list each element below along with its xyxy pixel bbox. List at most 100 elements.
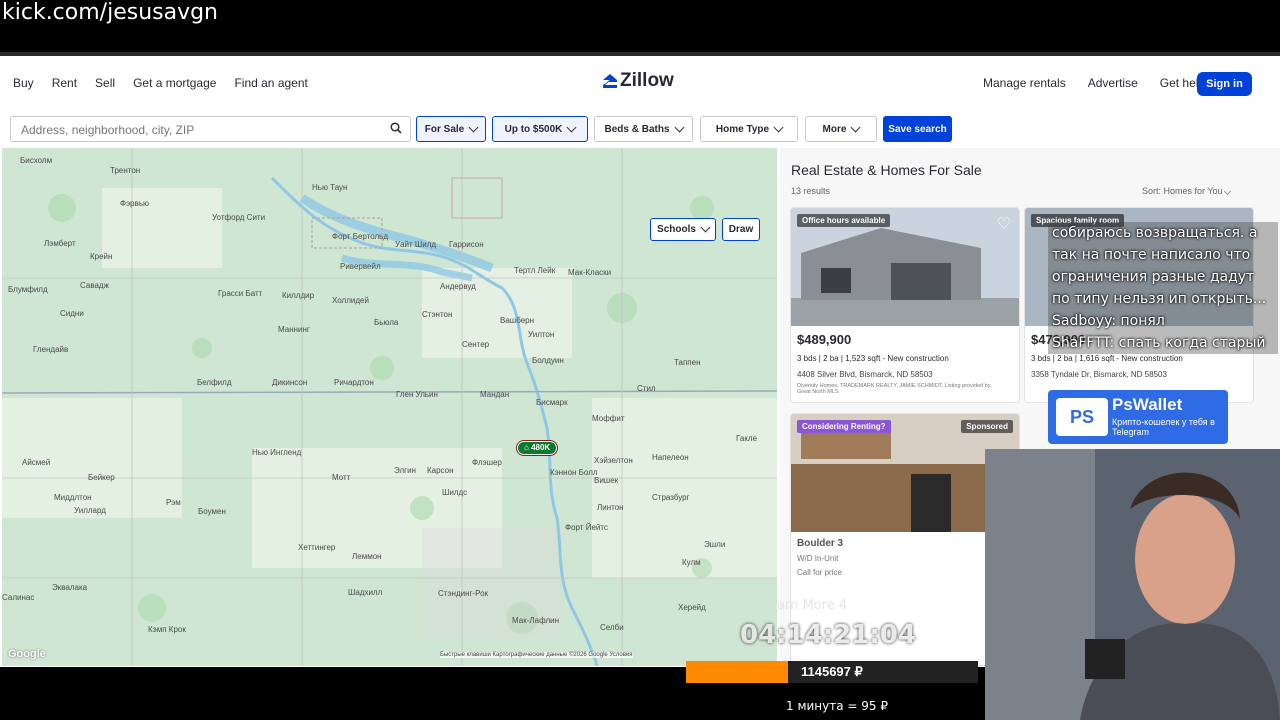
nav-buy[interactable]: Buy [13,76,34,90]
map-label: Глендайв [33,345,69,354]
map-label: Глен Ульин [396,390,438,399]
map-label: Бисмарк [536,398,568,407]
donation-progress-bar: 1145697 ₽ [686,661,978,683]
map-label: Элгин [394,466,416,475]
listing-pin[interactable]: ⌂ 480K [517,441,558,455]
listing-price: $489,900 [797,332,852,347]
map-label: Миддлтон [54,493,92,502]
map-label: Лэмберт [44,239,76,248]
map-label: Шилдс [442,488,468,497]
webcam-overlay [985,449,1280,720]
listing-card[interactable]: Office hours available ♡ $489,900 3 bds … [790,207,1020,403]
search-icon[interactable] [390,122,402,134]
map-label: Мак-Лафлин [512,616,560,625]
nav-find-agent[interactable]: Find an agent [234,76,307,90]
nav-sell[interactable]: Sell [95,76,115,90]
chat-message: ShaFFTT: спать когда старый [1048,332,1278,354]
map-label: Стил [637,384,656,393]
map-label: Вашберн [500,316,535,325]
map-label: Маннинг [278,325,310,334]
more-label: More [822,123,847,135]
sort-dropdown[interactable]: Sort: Homes for You [1142,186,1232,196]
map-label: Холлидей [332,296,369,305]
listing-name: Boulder 3 [797,538,844,549]
search-input[interactable]: Address, neighborhood, city, ZIP [10,116,411,142]
logo-text: Zillow [620,70,674,91]
listing-address[interactable]: 4408 Silver Blvd, Bismarck, ND 58503 [797,370,933,379]
map-label: Вишек [594,476,619,485]
price-label: Up to $500K [504,123,563,135]
map-label: Грасси Батт [218,289,263,298]
nav-manage-rentals[interactable]: Manage rentals [983,76,1066,90]
schools-label: Schools [657,224,696,235]
listing-address[interactable]: 3358 Tyndale Dr, Bismarck, ND 58503 [1031,370,1167,379]
map-label: Моффит [592,414,625,423]
map-label: Кэннон Болл [550,468,598,477]
map-label: Таппен [674,358,701,367]
map-label: Уиллард [74,506,106,515]
map-view[interactable]: Бисхолм Трентон Фэрвью Лэмберт Крейн Сав… [2,148,777,666]
map-label: Андервуд [440,282,476,291]
map-label: Уотфорд Сити [212,213,266,222]
save-search-button[interactable]: Save search [883,116,952,142]
map-label: Ривервейл [340,262,381,271]
sponsored-badge: Sponsored [961,420,1013,433]
map-label: Стэндинг-Рок [438,589,489,598]
chat-message: собираюсь возвращаться. а так на почте н… [1048,222,1278,310]
map-label: Крейн [90,252,113,261]
home-type-dropdown[interactable]: Home Type [700,116,798,142]
chevron-down-icon [566,122,577,132]
map-label: Леммон [352,552,382,561]
stream-url: kick.com/jesusavgn [2,0,219,25]
learn-more-overlay: Learn More 4 [762,598,848,613]
map-label: Уилтон [528,330,555,339]
sort-label: Sort: Homes for You [1142,186,1223,196]
map-label: Нью Ингленд [252,448,302,457]
sign-in-button[interactable]: Sign in [1197,72,1252,96]
map-label: Нью Таун [312,183,348,192]
map-label: Кулм [682,558,701,567]
search-placeholder: Address, neighborhood, city, ZIP [21,123,195,137]
draw-button[interactable]: Draw [722,218,760,241]
more-dropdown[interactable]: More [805,116,877,142]
map-label: Айсмей [22,458,51,467]
listing-badge: Office hours available [797,214,891,227]
map-label: Дикинсон [272,378,308,387]
beds-baths-dropdown[interactable]: Beds & Baths [594,116,693,142]
schools-dropdown[interactable]: Schools [650,218,716,241]
zillow-logo[interactable]: Zillow [602,70,674,92]
home-type-label: Home Type [715,123,770,135]
donation-progress-fill [686,661,789,683]
stream-timer: 04:14:21:04 [740,620,916,650]
map-label: Трентон [110,166,141,175]
map-label: Бисхолм [20,156,53,165]
nav-left: Buy Rent Sell Get a mortgage Find an age… [13,76,326,90]
map-label: Мотт [332,473,351,482]
map-label: Мак-Класки [568,268,612,277]
pin-price: 480K [531,443,551,452]
map-attribution[interactable]: Быстрые клавиши Картографические данные … [440,652,633,658]
price-dropdown[interactable]: Up to $500K [492,116,588,142]
map-label: Салинас [2,593,35,602]
nav-right: Manage rentals Advertise Get help [983,76,1227,90]
nav-advertise[interactable]: Advertise [1088,76,1138,90]
pswallet-logo: PS [1056,398,1108,436]
listing-facts: 3 bds | 2 ba | 1,616 sqft - New construc… [1031,354,1183,363]
map-label: Фэрвью [120,199,150,208]
nav-rent[interactable]: Rent [52,76,77,90]
pswallet-subtitle: Крипто-кошелек у тебя в Telegram [1112,417,1215,437]
top-nav: Buy Rent Sell Get a mortgage Find an age… [0,56,1280,110]
zillow-icon [603,74,617,88]
beds-baths-label: Beds & Baths [604,123,670,135]
map-label: Кэмп Крок [148,625,186,634]
donation-rate: 1 минута = 95 ₽ [786,699,888,713]
for-sale-label: For Sale [424,123,465,135]
heart-icon[interactable]: ♡ [997,214,1011,234]
chevron-down-icon [700,222,711,233]
nav-mortgage[interactable]: Get a mortgage [133,76,216,90]
map-label: Селби [600,623,624,632]
map-label: Ричардтон [334,378,374,387]
map-label: Гаррисон [449,240,484,249]
for-sale-dropdown[interactable]: For Sale [416,116,486,142]
map-label: Сентер [462,340,490,349]
